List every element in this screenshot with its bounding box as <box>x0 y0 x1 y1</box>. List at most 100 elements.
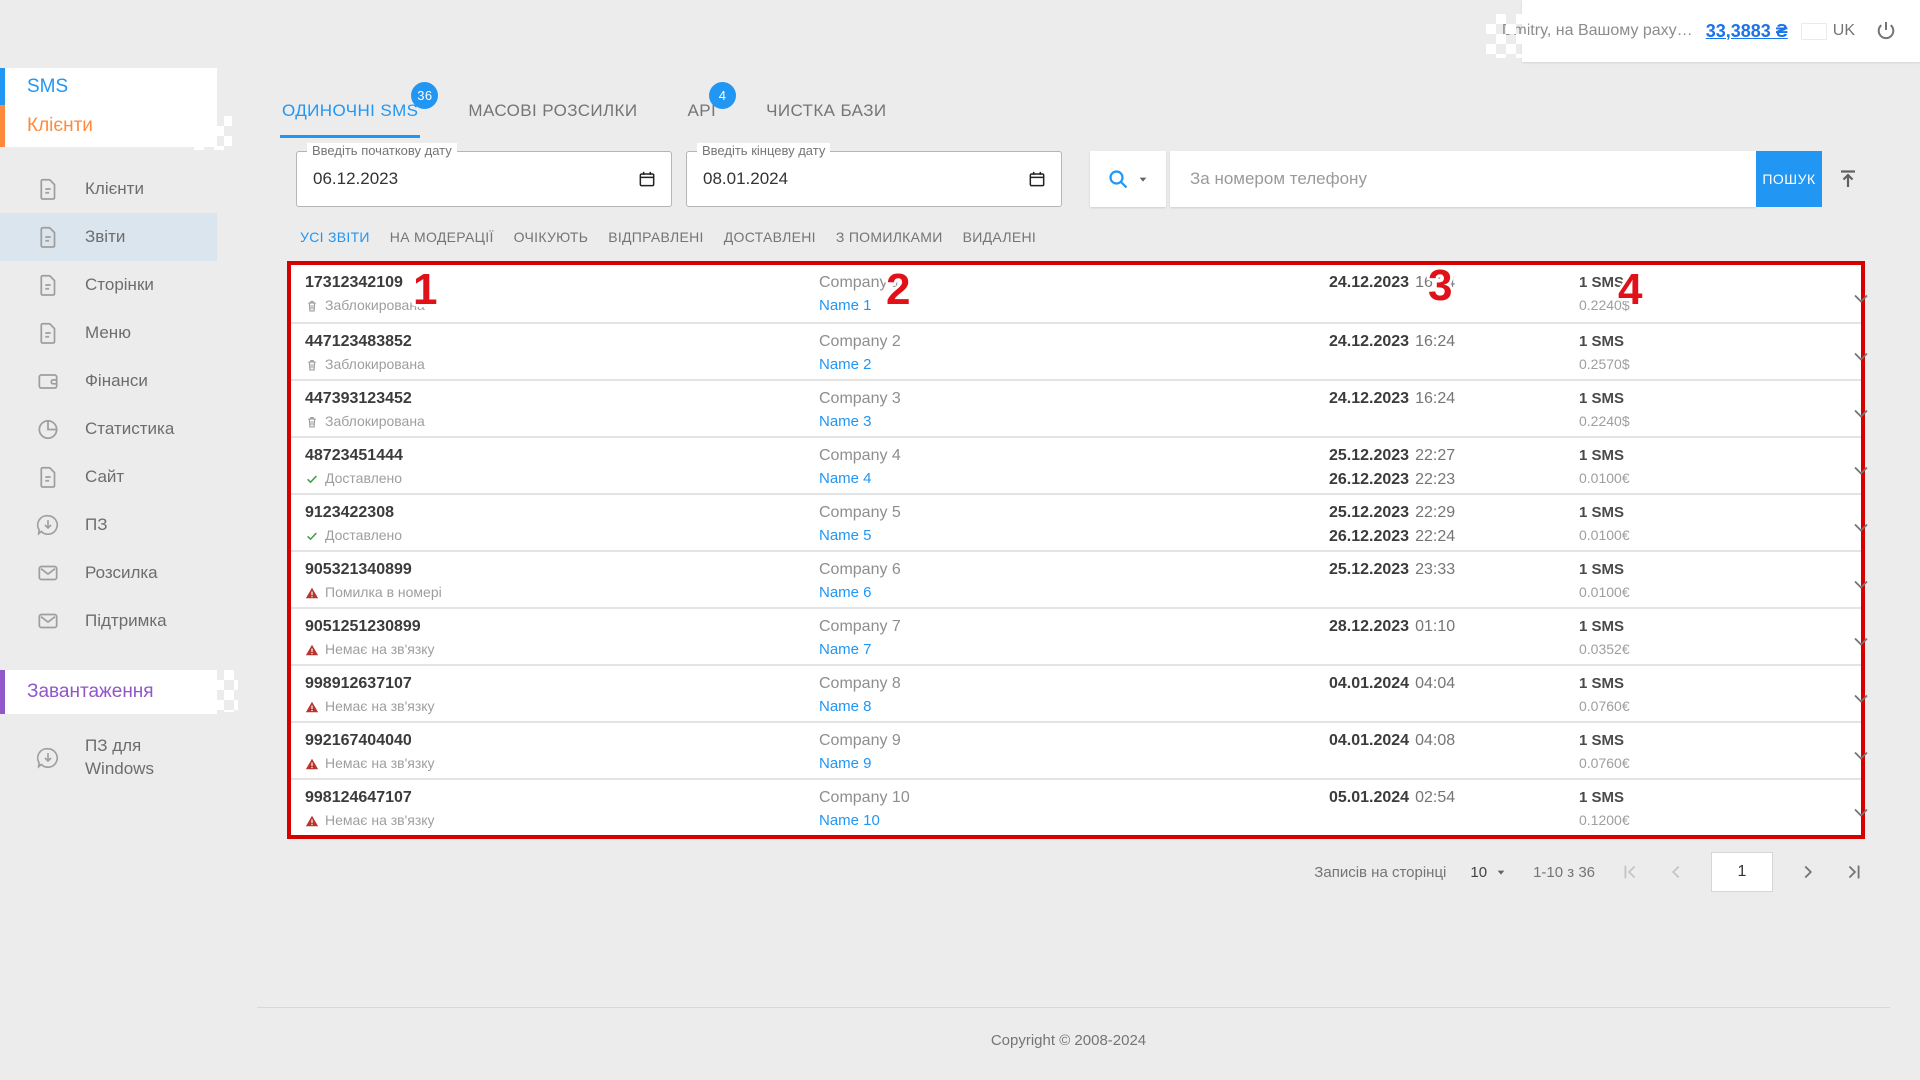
export-button[interactable] <box>1822 151 1874 207</box>
download-bubble-icon <box>35 745 61 771</box>
expand-row-button[interactable] <box>1849 800 1891 824</box>
sidebar-item[interactable]: Фінанси <box>0 357 217 405</box>
client-name-link[interactable]: Name 10 <box>819 812 1329 830</box>
main-tab-label: ЧИСТКА БАЗИ <box>766 101 886 120</box>
sidebar-section-clients[interactable]: Клієнти <box>0 105 217 147</box>
company-name: Company 6 <box>819 560 1329 580</box>
last-page-button[interactable] <box>1843 861 1865 883</box>
report-filter-tab[interactable]: ОЧІКУЮТЬ <box>514 229 589 245</box>
expand-row-button[interactable] <box>1849 629 1891 653</box>
expand-row-button[interactable] <box>1849 401 1891 425</box>
language-label: UK <box>1833 22 1855 40</box>
reports-table: 17312342109 Заблокирована Company 1 Name… <box>287 261 1865 839</box>
chevron-down-icon <box>1849 286 1873 310</box>
table-row[interactable]: 48723451444 Доставлено Company 4 Name 4 … <box>291 436 1861 493</box>
sidebar-item[interactable]: Сторінки <box>0 261 217 309</box>
logout-button[interactable] <box>1874 14 1898 48</box>
sidebar-item[interactable]: Підтримка <box>0 597 217 645</box>
next-page-button[interactable] <box>1797 861 1819 883</box>
table-row[interactable]: 998124647107 Немає на зв'язку Company 10… <box>291 778 1861 835</box>
main-tabs: ОДИНОЧНІ SMS 36 МАСОВІ РОЗСИЛКИ API 4 ЧИ… <box>280 85 1920 138</box>
chevron-down-icon <box>1849 743 1873 767</box>
expand-row-button[interactable] <box>1849 286 1891 310</box>
search-type-dropdown[interactable] <box>1090 151 1166 207</box>
calendar-icon[interactable] <box>637 169 657 189</box>
sidebar-section-downloads[interactable]: Завантаження <box>0 670 217 714</box>
expand-row-button[interactable] <box>1849 572 1891 596</box>
table-row[interactable]: 447393123452 Заблокирована Company 3 Nam… <box>291 379 1861 436</box>
company-name: Company 4 <box>819 446 1329 466</box>
topbar: Dmitry, на Вашому раху… 33,3883 ₴ UK <box>1522 0 1920 62</box>
warning-icon <box>305 643 319 657</box>
sidebar-item[interactable]: Меню <box>0 309 217 357</box>
report-filter-tab[interactable]: НА МОДЕРАЦІЇ <box>390 229 494 245</box>
table-row[interactable]: 9051251230899 Немає на зв'язку Company 7… <box>291 607 1861 664</box>
sidebar-item[interactable]: Звіти <box>0 213 217 261</box>
table-row[interactable]: 998912637107 Немає на зв'язку Company 8 … <box>291 664 1861 721</box>
client-name-link[interactable]: Name 9 <box>819 755 1329 773</box>
calendar-icon[interactable] <box>1027 169 1047 189</box>
check-icon <box>305 529 319 543</box>
client-name-link[interactable]: Name 6 <box>819 584 1329 602</box>
search-inputbox <box>1170 151 1756 207</box>
expand-row-button[interactable] <box>1849 743 1891 767</box>
client-name-link[interactable]: Name 7 <box>819 641 1329 659</box>
main-tab[interactable]: ЧИСТКА БАЗИ <box>764 85 888 138</box>
report-filter-tab[interactable]: ВІДПРАВЛЕНІ <box>608 229 704 245</box>
main-tab[interactable]: ОДИНОЧНІ SMS 36 <box>280 85 420 138</box>
wallet-icon <box>35 368 61 394</box>
prev-page-button[interactable] <box>1665 861 1687 883</box>
client-name-link[interactable]: Name 3 <box>819 413 1329 431</box>
expand-row-button[interactable] <box>1849 515 1891 539</box>
report-filter-tab[interactable]: ВИДАЛЕНІ <box>963 229 1036 245</box>
sidebar-item[interactable]: Статистика <box>0 405 217 453</box>
first-page-button[interactable] <box>1619 861 1641 883</box>
chevron-down-icon <box>1849 686 1873 710</box>
main-tab[interactable]: МАСОВІ РОЗСИЛКИ <box>466 85 639 138</box>
chevron-down-icon <box>1849 344 1873 368</box>
sidebar-item-pz-windows[interactable]: ПЗ для Windows <box>0 735 217 781</box>
date-to-field[interactable]: Введіть кінцеву дату 08.01.2024 <box>686 151 1062 207</box>
sidebar-item[interactable]: Клієнти <box>0 165 217 213</box>
sidebar-item[interactable]: Сайт <box>0 453 217 501</box>
status-text: Доставлено <box>325 527 402 544</box>
sms-price: 0.2570$ <box>1579 356 1849 373</box>
sidebar-section-sms[interactable]: SMS <box>0 68 217 105</box>
sidebar-menu: Клієнти Звіти Сторінки Меню Фінанси Стат… <box>0 165 217 645</box>
table-row[interactable]: 992167404040 Немає на зв'язку Company 9 … <box>291 721 1861 778</box>
client-name-link[interactable]: Name 2 <box>819 356 1329 374</box>
date-line: 24.12.202316:24 <box>1329 273 1579 293</box>
language-selector[interactable]: UK <box>1801 22 1855 40</box>
main-tab[interactable]: API 4 <box>685 85 718 138</box>
page-number-input[interactable]: 1 <box>1711 852 1773 892</box>
sms-count: 1 SMS <box>1579 560 1849 580</box>
table-row[interactable]: 905321340899 Помилка в номері Company 6 … <box>291 550 1861 607</box>
report-filter-tab[interactable]: ДОСТАВЛЕНІ <box>724 229 816 245</box>
search-button[interactable]: ПОШУК <box>1756 151 1822 207</box>
per-page-dropdown[interactable]: 10 <box>1470 864 1509 881</box>
search-input[interactable] <box>1190 169 1736 189</box>
sidebar-item-label: Фінанси <box>85 371 148 391</box>
client-name-link[interactable]: Name 4 <box>819 470 1329 488</box>
table-row[interactable]: 9123422308 Доставлено Company 5 Name 5 2… <box>291 493 1861 550</box>
balance-link[interactable]: 33,3883 ₴ <box>1706 21 1788 42</box>
table-row[interactable]: 447123483852 Заблокирована Company 2 Nam… <box>291 322 1861 379</box>
date-from-field[interactable]: Введіть початкову дату 06.12.2023 <box>296 151 672 207</box>
sidebar-item[interactable]: Розсилка <box>0 549 217 597</box>
date-line: 26.12.202322:23 <box>1329 470 1579 490</box>
status: Немає на зв'язку <box>305 641 819 658</box>
warning-icon <box>305 814 319 828</box>
date-to-label: Введіть кінцеву дату <box>697 143 830 158</box>
report-filter-tab[interactable]: З ПОМИЛКАМИ <box>836 229 943 245</box>
report-filter-tab[interactable]: УСІ ЗВІТИ <box>300 229 370 245</box>
expand-row-button[interactable] <box>1849 458 1891 482</box>
phone-number: 905321340899 <box>305 560 819 580</box>
expand-row-button[interactable] <box>1849 344 1891 368</box>
date-line: 04.01.202404:08 <box>1329 731 1579 751</box>
sidebar-item[interactable]: ПЗ <box>0 501 217 549</box>
client-name-link[interactable]: Name 8 <box>819 698 1329 716</box>
status-text: Заблокирована <box>325 297 425 314</box>
annotation-marker-2: 2 <box>886 268 910 312</box>
client-name-link[interactable]: Name 5 <box>819 527 1329 545</box>
expand-row-button[interactable] <box>1849 686 1891 710</box>
